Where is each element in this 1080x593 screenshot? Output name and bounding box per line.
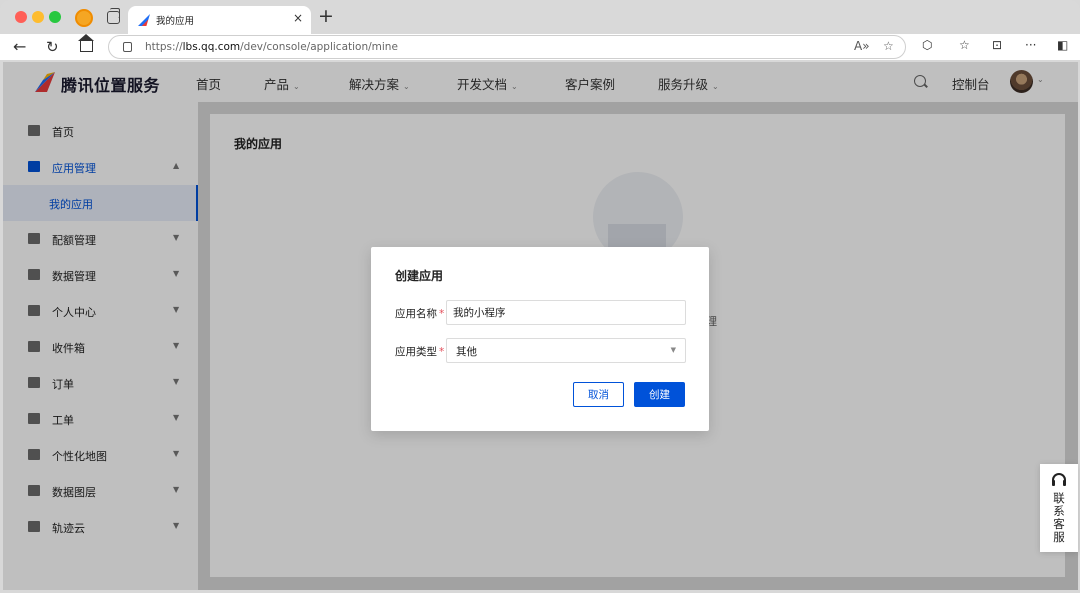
chevron-down-icon: ▼ (670, 346, 676, 354)
dialog-title: 创建应用 (395, 269, 444, 283)
browser-toolbar: ← ↻ https://lbs.qq.com/dev/console/appli… (0, 34, 1080, 60)
tab-title: 我的应用 (156, 16, 195, 27)
home-icon[interactable] (78, 34, 94, 52)
app-name-label: 应用名称 * (395, 308, 445, 320)
screenshot-icon[interactable]: ⊡ (992, 38, 1002, 52)
browser-tab[interactable]: 我的应用 × (128, 6, 311, 34)
app-type-select[interactable]: 其他 ▼ (446, 338, 686, 363)
app-name-input[interactable] (446, 300, 686, 325)
tab-close-icon[interactable]: × (293, 11, 303, 25)
browser-tab-bar: 我的应用 × + (0, 0, 1080, 34)
profile-icon[interactable] (75, 9, 93, 27)
more-icon[interactable]: ··· (1025, 38, 1036, 52)
lock-icon[interactable] (123, 42, 132, 52)
app-type-label: 应用类型 * (395, 346, 445, 358)
contact-support-button[interactable]: 联系客服 (1040, 464, 1078, 552)
zoom-window-button[interactable] (49, 11, 61, 23)
cancel-button[interactable]: 取消 (573, 382, 624, 407)
address-bar[interactable]: https://lbs.qq.com/dev/console/applicati… (108, 35, 906, 59)
required-mark: * (439, 346, 445, 358)
contact-support-label: 联系客服 (1053, 491, 1065, 544)
favorites-icon[interactable]: ☆ (959, 38, 970, 52)
favorite-star-icon[interactable]: ☆ (883, 39, 894, 53)
minimize-window-button[interactable] (32, 11, 44, 23)
back-arrow-icon[interactable]: ← (13, 37, 26, 57)
close-window-button[interactable] (15, 11, 27, 23)
tab-actions-icon[interactable] (107, 8, 120, 24)
create-button[interactable]: 创建 (634, 382, 685, 407)
reload-icon[interactable]: ↻ (46, 37, 59, 57)
new-tab-button[interactable]: + (318, 6, 334, 26)
headset-icon (1052, 473, 1066, 486)
app-type-value: 其他 (456, 346, 477, 358)
url-text[interactable]: https://lbs.qq.com/dev/console/applicati… (145, 41, 398, 53)
tencent-map-favicon-icon (138, 14, 150, 26)
extensions-icon[interactable]: ⬡ (922, 38, 932, 52)
read-aloud-icon[interactable]: A» (854, 39, 870, 53)
sidebar-toggle-icon[interactable]: ◧ (1057, 38, 1068, 52)
required-mark: * (439, 308, 445, 320)
create-app-dialog: 创建应用 应用名称* 应用类型* 其他 ▼ 取消 创建 (371, 247, 709, 431)
